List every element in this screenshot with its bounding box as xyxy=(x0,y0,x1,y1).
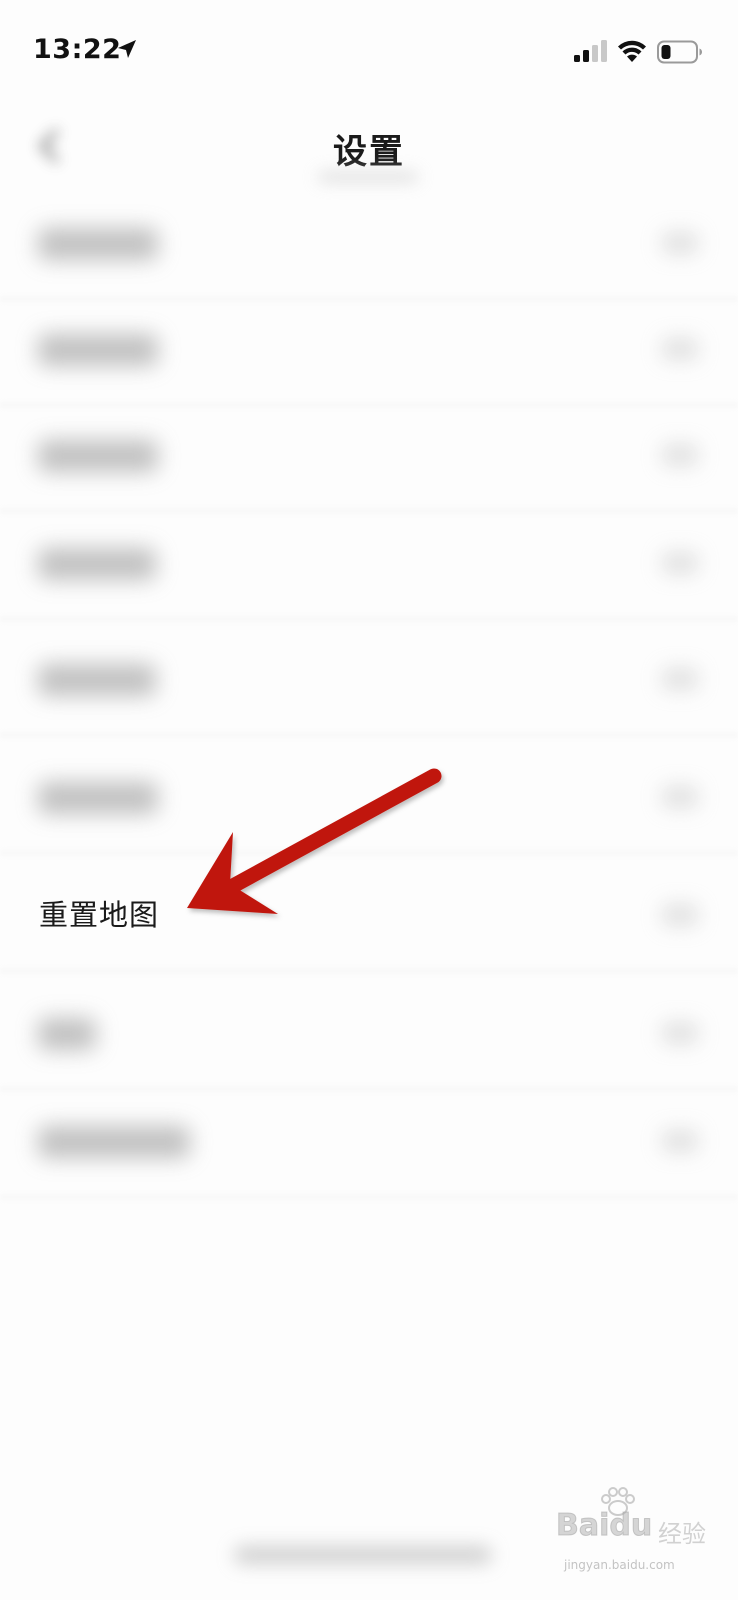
settings-row[interactable] xyxy=(0,1088,738,1198)
reset-map-label: 重置地图 xyxy=(39,898,160,932)
row-divider xyxy=(0,618,738,620)
chevron-right-icon xyxy=(662,444,698,466)
chevron-right-icon xyxy=(662,1022,698,1044)
chevron-right-icon xyxy=(662,668,698,690)
row-divider xyxy=(0,970,738,972)
chevron-right-icon xyxy=(662,1130,698,1152)
row-divider xyxy=(0,1196,738,1198)
row-label xyxy=(38,548,156,580)
row-divider xyxy=(0,852,738,854)
row-divider xyxy=(0,734,738,736)
status-time: 13:22 xyxy=(33,34,122,65)
watermark-brand: Baidu xyxy=(555,1508,653,1544)
status-bar: 13:22 xyxy=(0,0,738,100)
chevron-right-icon xyxy=(662,904,698,926)
battery-icon xyxy=(657,40,702,64)
row-label xyxy=(38,228,158,260)
settings-row[interactable] xyxy=(0,510,738,620)
row-label xyxy=(38,440,158,472)
row-label xyxy=(38,782,158,814)
settings-screen: 13:22 设置 重置地图 Baidu 经验 jingyan.baidu.com xyxy=(0,0,738,1600)
title-underline xyxy=(318,172,418,182)
row-label xyxy=(38,1018,96,1050)
location-arrow-icon xyxy=(118,40,136,58)
page-title: 设置 xyxy=(333,132,405,172)
settings-row[interactable] xyxy=(0,626,738,736)
settings-row[interactable] xyxy=(0,744,738,854)
wifi-icon xyxy=(618,40,646,62)
baidu-watermark: Baidu 经验 jingyan.baidu.com xyxy=(550,1486,730,1586)
chevron-right-icon xyxy=(662,552,698,574)
home-indicator xyxy=(234,1546,492,1564)
row-label xyxy=(38,334,158,366)
settings-row[interactable] xyxy=(0,402,738,512)
chevron-right-icon xyxy=(662,232,698,254)
settings-row[interactable] xyxy=(0,296,738,406)
row-label xyxy=(38,664,156,696)
watermark-cn: 经验 xyxy=(658,1520,706,1548)
chevron-right-icon xyxy=(662,786,698,808)
watermark-url: jingyan.baidu.com xyxy=(564,1558,675,1572)
row-label xyxy=(38,1126,190,1158)
settings-row-reset-map[interactable]: 重置地图 xyxy=(0,862,738,972)
settings-row[interactable] xyxy=(0,980,738,1090)
cellular-signal-icon xyxy=(574,40,607,62)
settings-row[interactable] xyxy=(0,190,738,300)
chevron-right-icon xyxy=(662,338,698,360)
